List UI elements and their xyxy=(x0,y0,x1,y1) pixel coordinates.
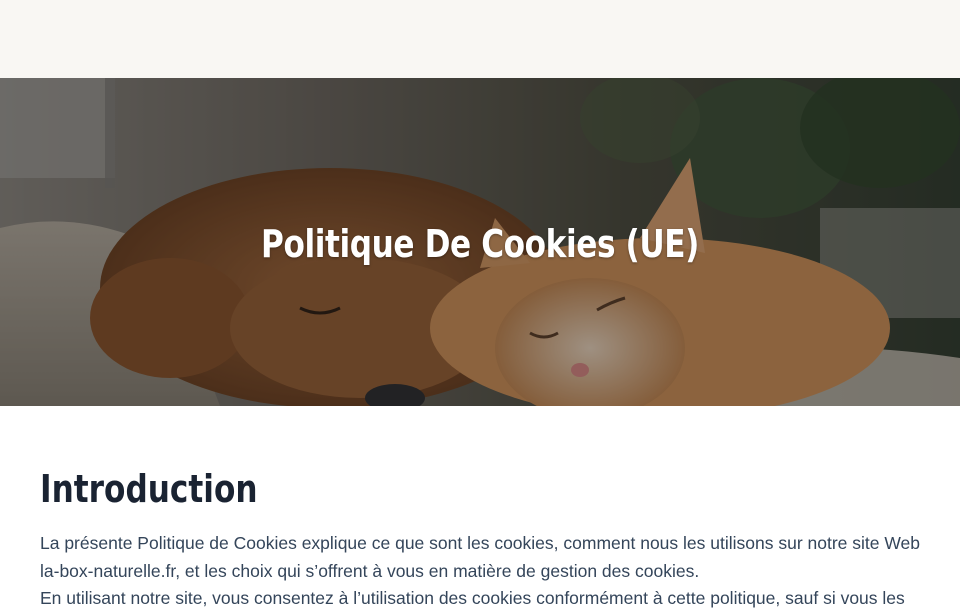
section-heading-introduction: Introduction xyxy=(40,467,258,511)
paragraph-line: La présente Politique de Cookies expliqu… xyxy=(40,533,921,553)
paragraph-line: En utilisant notre site, vous consentez … xyxy=(40,588,905,608)
site-header xyxy=(0,0,960,78)
intro-paragraph: La présente Politique de Cookies expliqu… xyxy=(40,530,921,613)
paragraph-line: la-box-naturelle.fr, et les choix qui s’… xyxy=(40,560,700,581)
page-title: Politique De Cookies (UE) xyxy=(261,222,699,266)
hero-banner: Politique De Cookies (UE) xyxy=(0,78,960,406)
